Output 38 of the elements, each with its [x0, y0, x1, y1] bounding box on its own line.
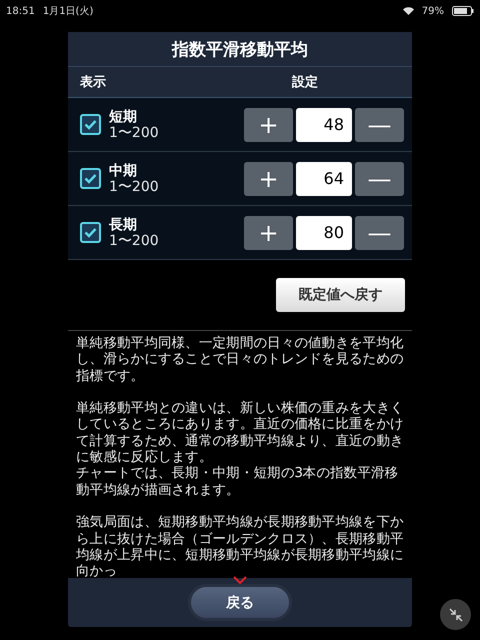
range-label: 1〜200	[109, 232, 160, 248]
column-title: 表示	[79, 74, 107, 91]
status-time: 18:51	[6, 6, 35, 16]
range-label: 1〜200	[109, 178, 160, 194]
collapse-button[interactable]	[440, 599, 471, 630]
increment-button[interactable]: +	[244, 162, 293, 196]
wifi-icon	[402, 7, 414, 15]
increment-button[interactable]: +	[244, 216, 293, 250]
description-text: 強気局面は、短期移動平均線が長期移動平均線を下から上に抜けた場合（ゴールデンクロス）、長期移動平均線が上昇中に、短期移動平均線が長期移動平均線に向かっ	[76, 514, 405, 578]
reset-button[interactable]: 既定値へ戻す	[276, 278, 405, 312]
decrement-button[interactable]: —	[355, 162, 404, 196]
range-label: 1〜200	[109, 124, 160, 140]
period-label: 長期	[109, 216, 138, 232]
value-field[interactable]: 64	[296, 162, 352, 196]
checkbox[interactable]	[80, 114, 101, 135]
check-icon	[84, 173, 97, 184]
value-field[interactable]: 80	[296, 216, 352, 250]
status-date: 1月1日(火)	[42, 4, 94, 18]
check-icon	[84, 119, 97, 130]
increment-button[interactable]: +	[244, 108, 293, 142]
description-text: 単純移動平均同様、一定期間の日々の値動きを平均化し、滑らかにすることで日々のトレンドを見るための指標です。	[76, 335, 405, 384]
column-title: 設定	[292, 74, 318, 91]
checkbox[interactable]	[80, 168, 101, 189]
collapse-icon	[448, 606, 464, 622]
period-label: 中期	[109, 162, 138, 178]
decrement-button[interactable]: —	[355, 108, 404, 142]
value-field[interactable]: 48	[296, 108, 352, 142]
description-text: チャートでは、長期・中期・短期の3本の指数平滑移動平均線が描画されます。	[76, 465, 400, 498]
check-icon	[84, 227, 97, 238]
dialog-title: 指数平滑移動平均	[172, 38, 308, 60]
period-label: 短期	[109, 108, 138, 124]
description-text: 単純移動平均との違いは、新しい株価の重みを大きくしているところにあります。直近の価格に比重をかけて計算するため、通常の移動平均線より、直近の動きに敏感に反応します。	[76, 400, 405, 466]
back-button[interactable]: 戻る	[188, 584, 292, 621]
chevron-down-icon	[233, 576, 247, 584]
battery-icon	[452, 6, 474, 16]
decrement-button[interactable]: —	[355, 216, 404, 250]
checkbox[interactable]	[80, 222, 101, 243]
battery-percent: 79%	[422, 6, 444, 16]
